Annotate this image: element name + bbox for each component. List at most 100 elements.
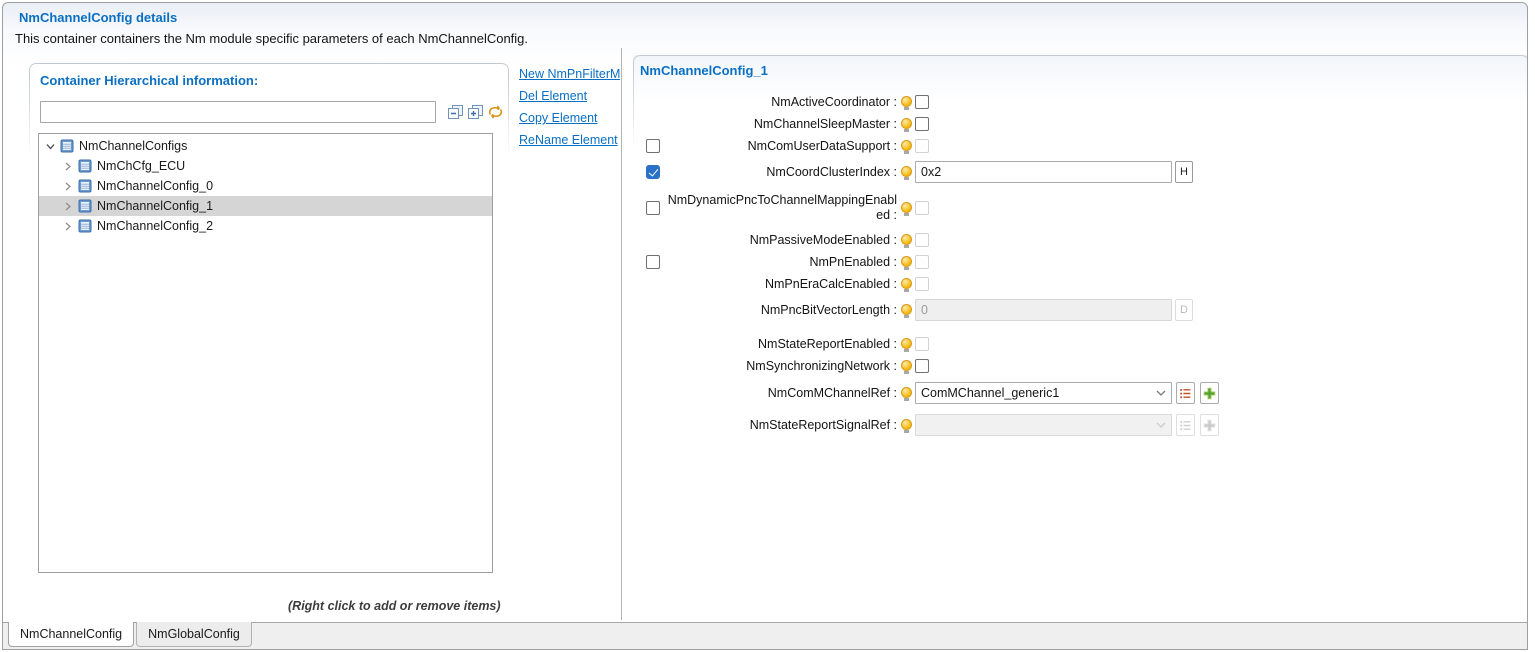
nmpnenabled-checkbox (915, 255, 929, 269)
nmpassivemodeenabled-checkbox (915, 233, 929, 247)
lightbulb-icon (901, 386, 912, 401)
field-row-nmsynchronizingnetwork: NmSynchronizingNetwork : (633, 355, 1527, 377)
container-hierarchy-panel: Container Hierarchical information: NmCh… (29, 63, 509, 575)
chevron-right-icon[interactable] (63, 222, 73, 231)
add-reference-button-disabled (1200, 414, 1219, 436)
field-row-nmpassivemodeenabled: NmPassiveModeEnabled : (633, 229, 1527, 251)
field-row-nmdynamicpnctochannelmappingenabled: NmDynamicPncToChannelMappingEnabled : (633, 187, 1527, 229)
reference-list-button-disabled (1176, 414, 1195, 436)
expand-all-icon[interactable] (467, 104, 484, 121)
container-hierarchy-title: Container Hierarchical information: (40, 73, 259, 88)
config-editor-window: NmChannelConfig details This container c… (2, 2, 1528, 650)
lightbulb-icon (901, 233, 912, 248)
field-label: NmSynchronizingNetwork : (746, 358, 897, 373)
tree-item-label: NmChCfg_ECU (97, 159, 186, 173)
vertical-divider (621, 48, 622, 620)
reference-list-button[interactable] (1176, 382, 1195, 404)
field-row-nmstatereportenabled: NmStateReportEnabled : (633, 333, 1527, 355)
chevron-right-icon[interactable] (63, 182, 73, 191)
page-title: NmChannelConfig details (19, 10, 178, 25)
field-row-nmpneracalcenabled: NmPnEraCalcEnabled : (633, 273, 1527, 295)
nmdynamicpnctochannelmappingenabled-checkbox (915, 201, 929, 215)
field-row-nmpnenabled: NmPnEnabled : (633, 251, 1527, 273)
tab-label: NmChannelConfig (20, 627, 123, 641)
new-element-link[interactable]: New NmPnFilterM (519, 67, 620, 81)
lightbulb-icon (901, 337, 912, 352)
chevron-down-icon (1156, 390, 1166, 396)
tree-toolbar (40, 101, 504, 123)
lightbulb-icon (901, 418, 912, 433)
tab-nmchannelconfig[interactable]: NmChannelConfig (8, 622, 135, 647)
tree-item-nmchcfg-ecu[interactable]: NmChCfg_ECU (39, 156, 492, 176)
field-label: NmComUserDataSupport : (747, 138, 897, 153)
container-icon (78, 199, 92, 213)
dec-format-button: D (1175, 299, 1193, 321)
collapse-all-icon[interactable] (447, 104, 464, 121)
nmstatereportenabled-checkbox (915, 337, 929, 351)
nmsynchronizingnetwork-checkbox[interactable] (915, 359, 929, 373)
lightbulb-icon (901, 201, 912, 216)
nmcomuserdatasupport-checkbox (915, 139, 929, 153)
field-label: NmPnEnabled : (809, 254, 897, 269)
add-reference-button[interactable] (1200, 382, 1219, 404)
rename-element-link[interactable]: ReName Element (519, 133, 620, 147)
nmchannelsleepmaster-checkbox[interactable] (915, 117, 929, 131)
page-description: This container containers the Nm module … (15, 31, 529, 46)
chevron-right-icon[interactable] (63, 202, 73, 211)
nmstatereportsignalref-dropdown (915, 414, 1172, 436)
tree-item-label: NmChannelConfig_0 (97, 179, 214, 193)
field-label: NmActiveCoordinator : (771, 94, 897, 109)
detail-panel: NmChannelConfig_1 NmActiveCoordinator : … (633, 55, 1527, 621)
field-label: NmChannelSleepMaster : (753, 116, 897, 131)
field-row-nmpncbitvectorlength: NmPncBitVectorLength : D (633, 295, 1527, 325)
hex-format-button[interactable]: H (1175, 161, 1193, 183)
tab-nmglobalconfig[interactable]: NmGlobalConfig (136, 622, 252, 647)
override-checkbox[interactable] (646, 201, 660, 215)
tree-item-label: NmChannelConfig_1 (97, 199, 214, 213)
field-label: NmPassiveModeEnabled : (749, 232, 897, 247)
lightbulb-icon (901, 303, 912, 318)
del-element-link[interactable]: Del Element (519, 89, 620, 103)
field-row-nmstatereportsignalref: NmStateReportSignalRef : (633, 409, 1527, 441)
container-icon (78, 159, 92, 173)
lightbulb-icon (901, 95, 912, 110)
chevron-down-icon[interactable] (45, 142, 55, 151)
container-icon (78, 179, 92, 193)
container-icon (78, 219, 92, 233)
dropdown-value: ComMChannel_generic1 (921, 386, 1060, 400)
tree-item-label: NmChannelConfigs (79, 139, 188, 153)
tree-item-nmchannelconfig-0[interactable]: NmChannelConfig_0 (39, 176, 492, 196)
nmcoordclusterindex-input[interactable] (915, 161, 1172, 183)
field-label: NmDynamicPncToChannelMappingEnabled : (667, 193, 897, 222)
container-icon (60, 139, 74, 153)
override-checkbox[interactable] (646, 255, 660, 269)
refresh-icon[interactable] (487, 104, 504, 121)
override-checkbox[interactable] (646, 165, 660, 179)
nmpncbitvectorlength-input (915, 299, 1172, 321)
bottom-tab-bar: NmChannelConfig NmGlobalConfig (3, 622, 1527, 649)
field-row-nmcommchannelref: NmComMChannelRef : ComMChannel_generic1 (633, 377, 1527, 409)
field-row-nmcomuserdatasupport: NmComUserDataSupport : (633, 135, 1527, 157)
chevron-right-icon[interactable] (63, 162, 73, 171)
lightbulb-icon (901, 165, 912, 180)
copy-element-link[interactable]: Copy Element (519, 111, 620, 125)
tree-item-label: NmChannelConfig_2 (97, 219, 214, 233)
tree-item-nmchannelconfigs[interactable]: NmChannelConfigs (39, 136, 492, 156)
field-label: NmCoordClusterIndex : (766, 164, 897, 179)
container-tree: NmChannelConfigs NmChCfg_ECU NmChannelCo (38, 133, 493, 573)
tree-filter-input[interactable] (40, 101, 436, 123)
field-row-nmcoordclusterindex: NmCoordClusterIndex : H (633, 157, 1527, 187)
nmactivecoordinator-checkbox[interactable] (915, 95, 929, 109)
field-label: NmStateReportEnabled : (758, 336, 897, 351)
nmcommchannelref-dropdown[interactable]: ComMChannel_generic1 (915, 382, 1172, 404)
tab-label: NmGlobalConfig (148, 627, 240, 641)
lightbulb-icon (901, 139, 912, 154)
parameter-form: NmActiveCoordinator : NmChannelSleepMast… (633, 91, 1527, 441)
detail-panel-title: NmChannelConfig_1 (640, 63, 768, 78)
tree-item-nmchannelconfig-2[interactable]: NmChannelConfig_2 (39, 216, 492, 236)
override-checkbox[interactable] (646, 139, 660, 153)
field-row-nmchannelsleepmaster: NmChannelSleepMaster : (633, 113, 1527, 135)
field-label: NmStateReportSignalRef : (749, 417, 897, 432)
tree-item-nmchannelconfig-1[interactable]: NmChannelConfig_1 (39, 196, 492, 216)
lightbulb-icon (901, 255, 912, 270)
